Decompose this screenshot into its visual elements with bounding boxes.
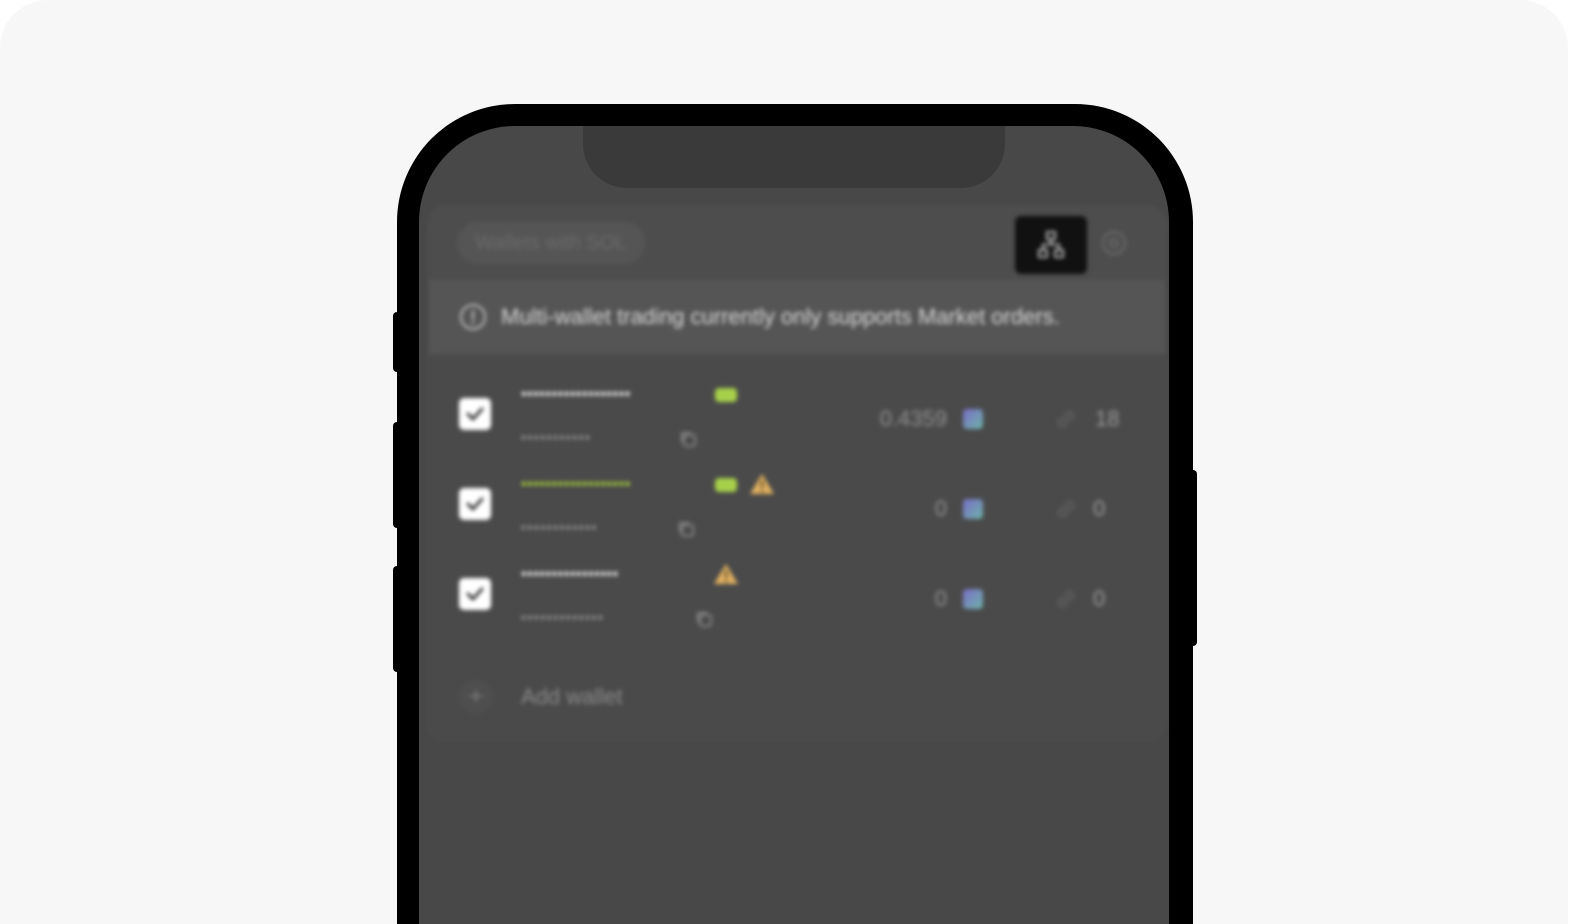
wallet-panel: Wallets with SOL Multi-wallet trading cu…	[429, 206, 1165, 740]
page-background: Wallets with SOL Multi-wallet trading cu…	[0, 0, 1568, 924]
plus-icon: +	[459, 680, 493, 714]
copy-icon[interactable]	[677, 520, 695, 538]
wallet-checkbox[interactable]	[459, 488, 491, 520]
notice-text: Multi-wallet trading currently only supp…	[501, 304, 1060, 329]
wallet-token-count: 0	[1093, 496, 1106, 521]
wallets-with-sol-filter[interactable]: Wallets with SOL	[457, 222, 645, 264]
link-icon	[1057, 500, 1075, 518]
sol-token-icon	[963, 499, 983, 519]
copy-icon[interactable]	[695, 610, 713, 628]
check-icon	[466, 587, 484, 601]
copy-icon[interactable]	[679, 430, 697, 448]
check-icon	[466, 407, 484, 421]
wallet-address: •••••••••••••	[521, 609, 605, 625]
wallet-balance: 0	[934, 586, 947, 611]
link-icon	[1057, 590, 1075, 608]
wallet-tag-icon	[715, 388, 737, 402]
wallet-name: ••••••••••••••••	[521, 566, 619, 583]
info-icon	[460, 304, 486, 330]
market-orders-notice: Multi-wallet trading currently only supp…	[429, 280, 1165, 354]
wallet-row[interactable]: •••••••••••••••••• •••••••••••• 0 0	[429, 454, 1165, 544]
check-icon	[466, 497, 484, 511]
link-icon	[1057, 410, 1075, 428]
wallet-balance: 0.4359	[879, 406, 947, 431]
wallet-token-count: 0	[1093, 586, 1106, 611]
phone-frame: Wallets with SOL Multi-wallet trading cu…	[397, 104, 1193, 924]
sol-token-icon	[963, 409, 983, 429]
sol-token-icon	[963, 589, 983, 609]
phone-screen: Wallets with SOL Multi-wallet trading cu…	[419, 126, 1169, 924]
wallet-row[interactable]: •••••••••••••••••• ••••••••••• 0.4359 18	[429, 364, 1165, 454]
wallet-checkbox[interactable]	[459, 398, 491, 430]
wallet-tag-icon	[715, 478, 737, 492]
wallet-group-button[interactable]	[1015, 216, 1087, 274]
wallet-address: ••••••••••••	[521, 519, 598, 535]
tree-icon	[1038, 231, 1064, 258]
wallet-address: •••••••••••	[521, 429, 592, 445]
warning-icon	[750, 474, 774, 494]
add-wallet-label: Add wallet	[521, 684, 623, 709]
wallet-name: ••••••••••••••••••	[521, 386, 631, 403]
wallet-row[interactable]: •••••••••••••••• ••••••••••••• 0 0	[429, 544, 1165, 634]
wallet-checkbox[interactable]	[459, 578, 491, 610]
gear-icon[interactable]	[1101, 230, 1127, 256]
warning-icon	[714, 564, 738, 584]
wallet-name: ••••••••••••••••••	[521, 476, 631, 493]
panel-header: Wallets with SOL	[429, 206, 1165, 280]
wallet-token-count: 18	[1095, 406, 1120, 431]
add-wallet-button[interactable]: + Add wallet	[429, 666, 1165, 726]
wallet-balance: 0	[934, 496, 947, 521]
